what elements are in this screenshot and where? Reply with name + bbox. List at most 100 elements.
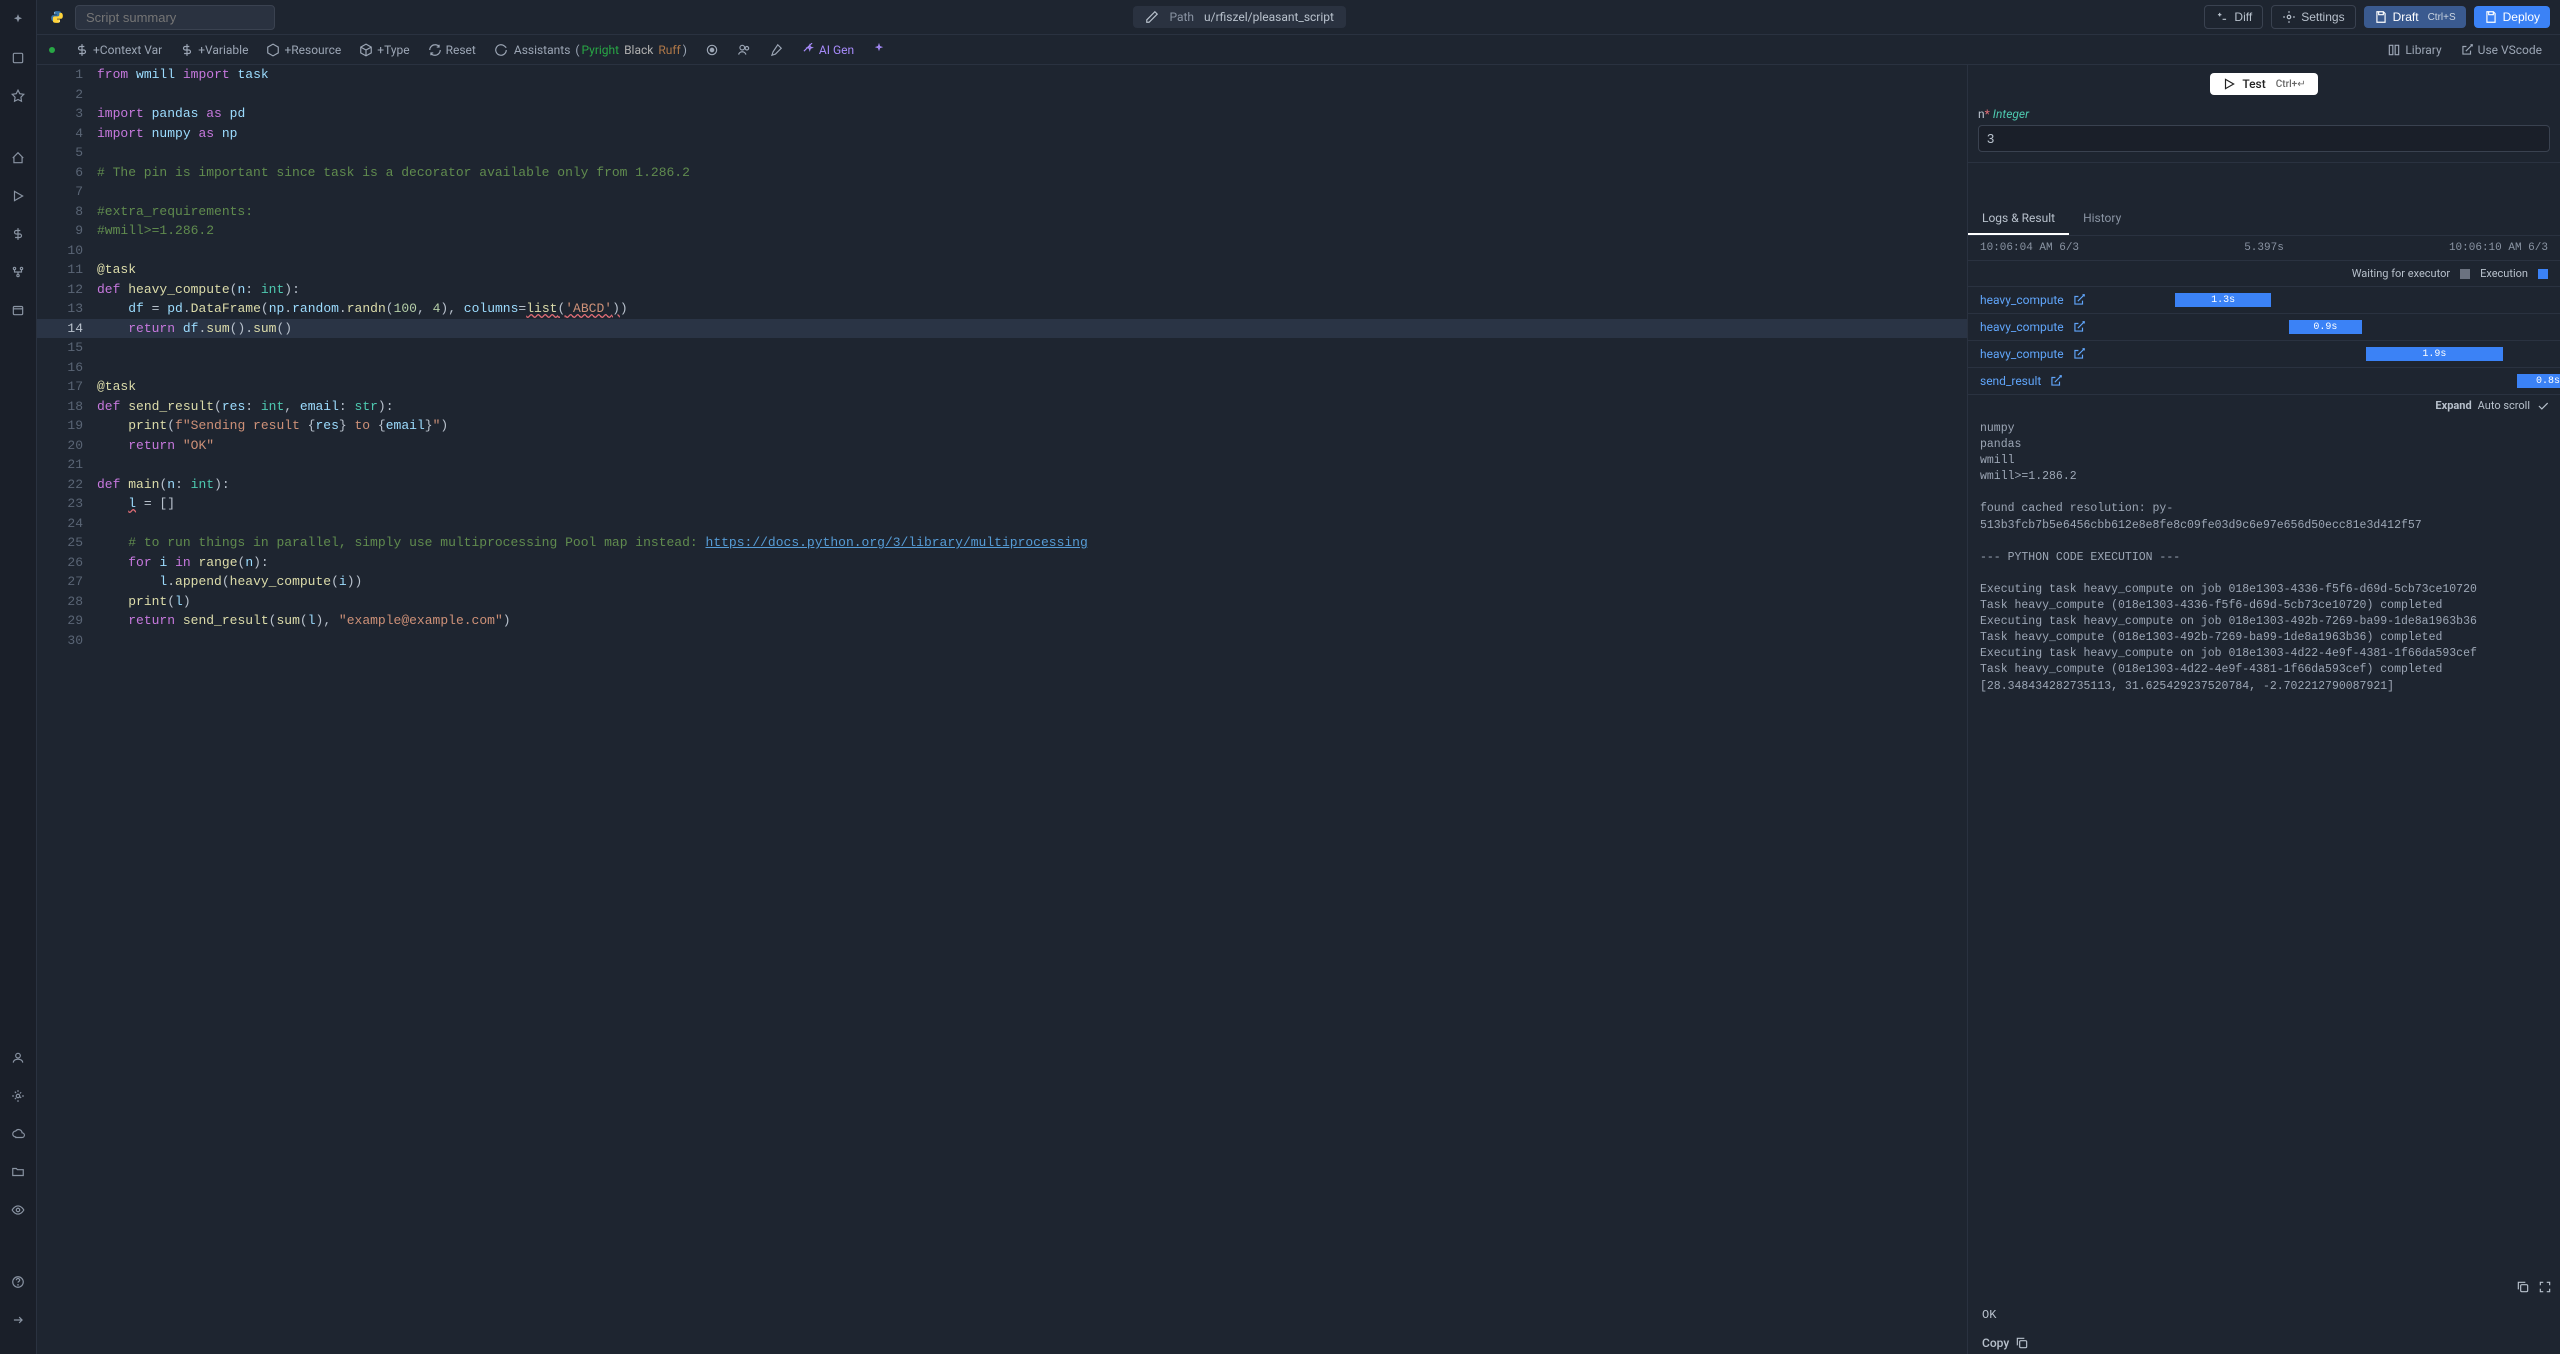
tab-logs[interactable]: Logs & Result [1968,203,2069,235]
refresh-icon [428,43,442,57]
external-icon[interactable] [2072,320,2086,334]
user-icon[interactable] [6,1046,30,1070]
task-link[interactable]: send_result [1980,374,2041,388]
code-line[interactable]: 8#extra_requirements: [37,202,1967,222]
path-chip[interactable]: Path u/rfiszel/pleasant_script [1133,6,1346,28]
cube-icon [359,43,373,57]
task-link[interactable]: heavy_compute [1980,293,2064,307]
code-line[interactable]: 9#wmill>=1.286.2 [37,221,1967,241]
gear-icon[interactable] [6,1084,30,1108]
external-icon[interactable] [2072,347,2086,361]
task-row: heavy_compute 1.3s [1968,287,2560,314]
context-var-button[interactable]: +Context Var [69,41,168,59]
save-icon [2484,10,2498,24]
box-icon [266,43,280,57]
code-line[interactable]: 13 df = pd.DataFrame(np.random.randn(100… [37,299,1967,319]
code-line[interactable]: 14 return df.sum().sum() [37,319,1967,339]
library-icon [2387,43,2401,57]
logo-icon[interactable] [6,8,30,32]
resource-button[interactable]: +Resource [260,41,347,59]
run-icon[interactable] [6,184,30,208]
code-line[interactable]: 1from wmill import task [37,65,1967,85]
tab-history[interactable]: History [2069,203,2135,235]
star-icon[interactable] [6,84,30,108]
copy-icon[interactable] [2516,1280,2530,1294]
task-row: heavy_compute 0.9s [1968,314,2560,341]
code-line[interactable]: 26 for i in range(n): [37,553,1967,573]
autoscroll-label: Auto scroll [2478,399,2530,413]
cloud-icon[interactable] [6,1122,30,1146]
code-line[interactable]: 19 print(f"Sending result {res} to {emai… [37,416,1967,436]
code-line[interactable]: 25 # to run things in parallel, simply u… [37,533,1967,553]
brush-icon[interactable] [763,41,789,59]
code-line[interactable]: 30 [37,631,1967,651]
vscode-button[interactable]: Use VScode [2454,41,2548,59]
test-button[interactable]: Test Ctrl+↵ [2210,73,2317,95]
expand-button[interactable]: Expand [2435,399,2471,413]
external-icon[interactable] [2049,374,2063,388]
dollar-icon [180,43,194,57]
code-line[interactable]: 20 return "OK" [37,436,1967,456]
variable-button[interactable]: +Variable [174,41,254,59]
fullscreen-icon[interactable] [2538,1280,2552,1294]
dollar-icon [75,43,89,57]
draft-button[interactable]: Draft Ctrl+S [2364,6,2466,28]
assistants-button[interactable]: Assistants (Pyright Black Ruff) [488,41,693,59]
code-line[interactable]: 11@task [37,260,1967,280]
script-summary-input[interactable] [75,5,275,30]
code-line[interactable]: 24 [37,514,1967,534]
code-line[interactable]: 12def heavy_compute(n: int): [37,280,1967,300]
dollar-icon[interactable] [6,222,30,246]
task-link[interactable]: heavy_compute [1980,320,2064,334]
code-line[interactable]: 16 [37,358,1967,378]
settings-button[interactable]: Settings [2271,5,2355,29]
code-line[interactable]: 10 [37,241,1967,261]
clock-icon[interactable] [6,298,30,322]
code-line[interactable]: 15 [37,338,1967,358]
library-button[interactable]: Library [2381,41,2447,59]
arrow-right-icon[interactable] [6,1308,30,1332]
path-label: Path [1169,10,1194,24]
code-line[interactable]: 2 [37,85,1967,105]
diff-button[interactable]: Diff [2204,5,2263,29]
code-line[interactable]: 21 [37,455,1967,475]
status-dot-icon [49,47,55,53]
ai-gen-button[interactable]: AI Gen [795,41,860,59]
code-editor[interactable]: 1from wmill import task2 3import pandas … [37,65,1967,1354]
home-icon[interactable] [6,146,30,170]
type-button[interactable]: +Type [353,41,415,59]
folder-icon[interactable] [6,1160,30,1184]
code-line[interactable]: 6# The pin is important since task is a … [37,163,1967,183]
input-n-field[interactable] [1978,125,2550,152]
task-link[interactable]: heavy_compute [1980,347,2064,361]
flow-icon[interactable] [6,260,30,284]
code-line[interactable]: 23 l = [] [37,494,1967,514]
code-line[interactable]: 18def send_result(res: int, email: str): [37,397,1967,417]
input-label: n* Integer [1978,107,2550,121]
task-row: heavy_compute 1.9s [1968,341,2560,368]
time-row: 10:06:04 AM 6/3 5.397s 10:06:10 AM 6/3 [1968,236,2560,261]
code-line[interactable]: 27 l.append(heavy_compute(i)) [37,572,1967,592]
deploy-button[interactable]: Deploy [2474,6,2550,28]
check-icon[interactable] [2536,399,2550,413]
code-line[interactable]: 17@task [37,377,1967,397]
code-line[interactable]: 3import pandas as pd [37,104,1967,124]
reset-button[interactable]: Reset [422,41,482,59]
code-line[interactable]: 7 [37,182,1967,202]
python-icon [47,7,67,27]
help-icon[interactable] [6,1270,30,1294]
book-icon[interactable] [6,46,30,70]
code-line[interactable]: 22def main(n: int): [37,475,1967,495]
code-line[interactable]: 5 [37,143,1967,163]
copy-button[interactable]: Copy [1968,1332,2560,1354]
code-line[interactable]: 28 print(l) [37,592,1967,612]
code-line[interactable]: 4import numpy as np [37,124,1967,144]
users-icon[interactable] [731,41,757,59]
code-line[interactable]: 29 return send_result(sum(l), "example@e… [37,611,1967,631]
eye-icon[interactable] [6,1198,30,1222]
record-icon[interactable] [699,41,725,59]
external-icon[interactable] [2072,293,2086,307]
ai-sparkle-icon[interactable] [866,41,892,59]
gear-icon [2282,10,2296,24]
play-icon [2222,77,2236,91]
